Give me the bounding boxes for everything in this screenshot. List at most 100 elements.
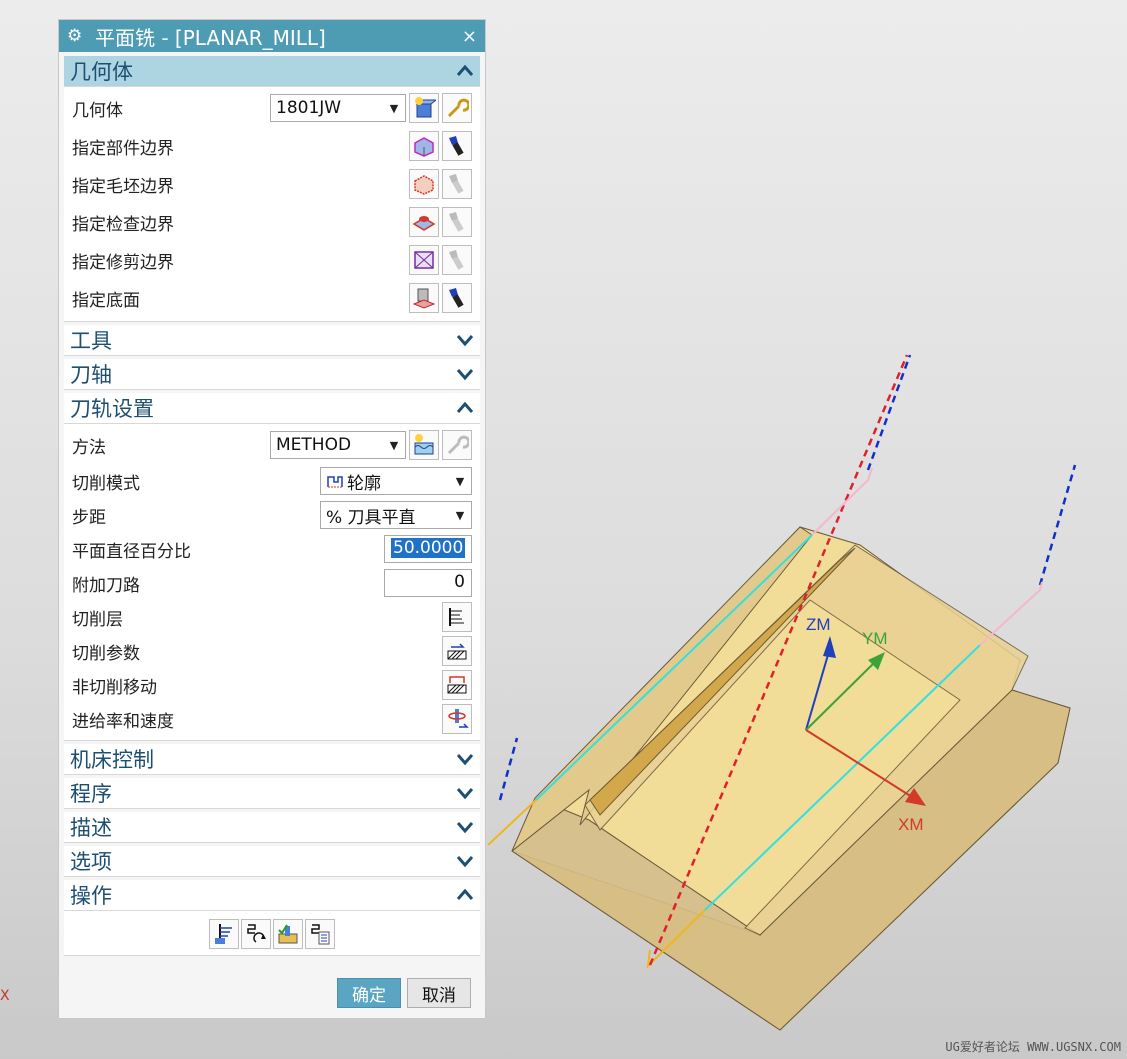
planar-mill-dialog: ⚙ 平面铣 - [PLANAR_MILL] × 几何体 几何体 1801JW ▼ [58, 19, 486, 1019]
flashlight-disabled-icon [449, 250, 464, 270]
blank-boundary-icon [414, 175, 434, 195]
display-part-boundary-button[interactable] [442, 131, 472, 161]
chevron-down-icon[interactable] [456, 365, 474, 383]
section-machine-label: 机床控制 [70, 748, 154, 772]
geometry-select[interactable]: 1801JW ▼ [270, 94, 406, 122]
dialog-title: 平面铣 - [PLANAR_MILL] [95, 25, 326, 50]
new-method-button[interactable] [409, 430, 439, 460]
row-floor: 指定底面 [64, 279, 480, 317]
dropdown-arrow-icon: ▼ [389, 101, 399, 115]
edit-geometry-button[interactable] [442, 93, 472, 123]
section-path-body: 方法 METHOD ▼ 切削模式 轮廓 ▼ 步距 % 刀具平直 ▼ 平面直径百分… [64, 424, 480, 741]
section-machine-control: 机床控制 [64, 744, 480, 775]
list-toolpath-button[interactable] [305, 919, 335, 949]
chevron-down-icon[interactable] [456, 750, 474, 768]
method-select[interactable]: METHOD ▼ [270, 431, 406, 459]
chevron-down-icon[interactable] [456, 784, 474, 802]
section-tool-header[interactable]: 工具 [64, 325, 480, 356]
feeds-speeds-icon [448, 709, 469, 728]
wrench-disabled-icon [447, 435, 469, 455]
stepover-label: 步距 [72, 507, 106, 528]
chevron-up-icon[interactable] [456, 399, 474, 417]
section-path-label: 刀轨设置 [70, 397, 154, 421]
cut-pattern-select[interactable]: 轮廓 ▼ [320, 467, 472, 495]
axis-y-label: YM [862, 629, 888, 648]
stepover-select[interactable]: % 刀具平直 ▼ [320, 501, 472, 529]
row-additional-passes: 附加刀路 0 [64, 566, 480, 600]
dropdown-arrow-icon: ▼ [389, 438, 399, 452]
flashlight-icon [449, 136, 464, 156]
section-geometry-body: 几何体 1801JW ▼ 指定部件边界 指定毛坯边界 指定检查边界 指定修剪边界… [64, 87, 480, 322]
section-geometry: 几何体 几何体 1801JW ▼ 指定部件边界 指定毛坯边界 指定检查边界 指定… [64, 56, 480, 322]
verify-button[interactable] [273, 919, 303, 949]
section-tool-label: 工具 [70, 329, 112, 353]
percent-value: 50.0000 [391, 538, 466, 558]
method-select-value: METHOD [276, 435, 352, 455]
select-trim-boundary-button[interactable] [409, 245, 439, 275]
section-tool: 工具 [64, 325, 480, 356]
additional-passes-label: 附加刀路 [72, 575, 140, 596]
chevron-down-icon[interactable] [456, 331, 474, 349]
dialog-titlebar[interactable]: ⚙ 平面铣 - [PLANAR_MILL] × [59, 20, 485, 52]
display-floor-button[interactable] [442, 283, 472, 313]
display-trim-boundary-button[interactable] [442, 245, 472, 275]
row-check-boundary: 指定检查边界 [64, 203, 480, 241]
dropdown-arrow-icon: ▼ [455, 474, 465, 488]
section-description-label: 描述 [70, 816, 112, 840]
percent-input[interactable]: 50.0000 [384, 535, 472, 563]
new-method-icon [414, 434, 434, 455]
chevron-down-icon[interactable] [456, 852, 474, 870]
floor-label: 指定底面 [72, 290, 140, 311]
row-part-boundary: 指定部件边界 [64, 127, 480, 165]
ok-button[interactable]: 确定 [337, 978, 401, 1008]
method-label: 方法 [72, 437, 106, 458]
section-actions: 操作 [64, 880, 480, 956]
section-axis-header[interactable]: 刀轴 [64, 359, 480, 390]
section-options: 选项 [64, 846, 480, 877]
non-cutting-label: 非切削移动 [72, 677, 157, 698]
part-boundary-label: 指定部件边界 [72, 138, 174, 159]
display-blank-boundary-button[interactable] [442, 169, 472, 199]
select-floor-button[interactable] [409, 283, 439, 313]
select-part-boundary-button[interactable] [409, 131, 439, 161]
section-machine-header[interactable]: 机床控制 [64, 744, 480, 775]
stepover-value: % 刀具平直 [326, 507, 416, 528]
cut-params-icon [447, 643, 467, 660]
edit-method-button[interactable] [442, 430, 472, 460]
chevron-up-icon[interactable] [456, 62, 474, 80]
chevron-down-icon[interactable] [456, 818, 474, 836]
dropdown-arrow-icon: ▼ [455, 508, 465, 522]
section-program: 程序 [64, 778, 480, 809]
select-blank-boundary-button[interactable] [409, 169, 439, 199]
replay-button[interactable] [241, 919, 271, 949]
new-geometry-icon [415, 97, 436, 118]
cut-levels-button[interactable] [442, 602, 472, 632]
close-icon[interactable]: × [462, 26, 477, 47]
cancel-button[interactable]: 取消 [407, 978, 471, 1008]
section-path-header[interactable]: 刀轨设置 [64, 393, 480, 424]
section-program-label: 程序 [70, 782, 112, 806]
toolpath-blue-dashed-2 [866, 354, 912, 471]
section-geometry-header[interactable]: 几何体 [64, 56, 480, 87]
section-program-header[interactable]: 程序 [64, 778, 480, 809]
toolpath-pink-1 [811, 467, 873, 536]
non-cutting-icon [447, 676, 467, 694]
section-options-header[interactable]: 选项 [64, 846, 480, 877]
section-description-header[interactable]: 描述 [64, 812, 480, 843]
geometry-select-value: 1801JW [276, 98, 342, 118]
row-cut-pattern: 切削模式 轮廓 ▼ [64, 464, 480, 498]
feeds-speeds-button[interactable] [442, 704, 472, 734]
toolpath-pink-2 [979, 581, 1043, 646]
additional-passes-value: 0 [454, 572, 465, 592]
section-path-settings: 刀轨设置 方法 METHOD ▼ 切削模式 轮廓 ▼ 步距 % 刀具平直 ▼ 平… [64, 393, 480, 741]
select-check-boundary-button[interactable] [409, 207, 439, 237]
additional-passes-input[interactable]: 0 [384, 569, 472, 597]
section-actions-header[interactable]: 操作 [64, 880, 480, 911]
chevron-up-icon[interactable] [456, 886, 474, 904]
cut-params-button[interactable] [442, 636, 472, 666]
non-cutting-button[interactable] [442, 670, 472, 700]
display-check-boundary-button[interactable] [442, 207, 472, 237]
new-geometry-button[interactable] [409, 93, 439, 123]
generate-button[interactable] [209, 919, 239, 949]
row-feeds-speeds: 进给率和速度 [64, 702, 480, 736]
